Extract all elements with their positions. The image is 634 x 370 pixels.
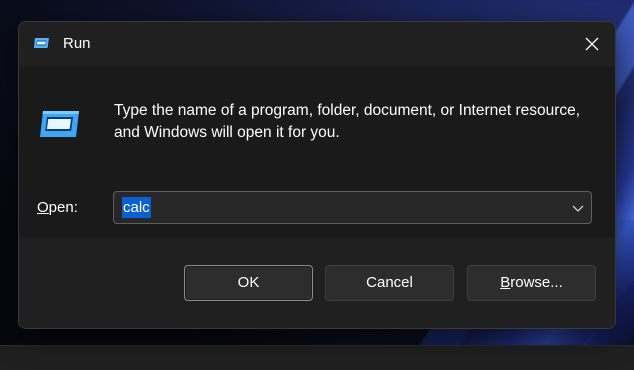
browse-button[interactable]: Browse... <box>467 265 596 301</box>
cancel-button[interactable]: Cancel <box>325 265 454 301</box>
open-label-text: pen: <box>48 199 78 216</box>
dialog-content: Type the name of a program, folder, docu… <box>19 66 615 238</box>
close-icon <box>585 37 599 51</box>
dialog-title: Run <box>63 35 91 52</box>
browse-accelerator: B <box>500 274 511 291</box>
open-label-accelerator: O <box>37 199 49 216</box>
chevron-down-icon[interactable] <box>571 201 585 215</box>
ok-button[interactable]: OK <box>184 265 313 301</box>
title-bar[interactable]: Run <box>19 22 615 66</box>
open-combobox[interactable]: calc <box>113 191 592 224</box>
close-button[interactable] <box>569 22 615 66</box>
dialog-footer: OK Cancel Browse... <box>19 238 615 328</box>
taskbar <box>0 345 634 370</box>
browse-label: rowse... <box>510 274 563 291</box>
run-dialog: Run Type the name of a program, folder, … <box>18 21 616 329</box>
dialog-description: Type the name of a program, folder, docu… <box>114 102 581 141</box>
run-icon <box>34 38 49 48</box>
open-label: Open: <box>37 198 78 218</box>
open-input[interactable]: calc <box>122 197 151 218</box>
run-app-icon <box>40 111 79 137</box>
